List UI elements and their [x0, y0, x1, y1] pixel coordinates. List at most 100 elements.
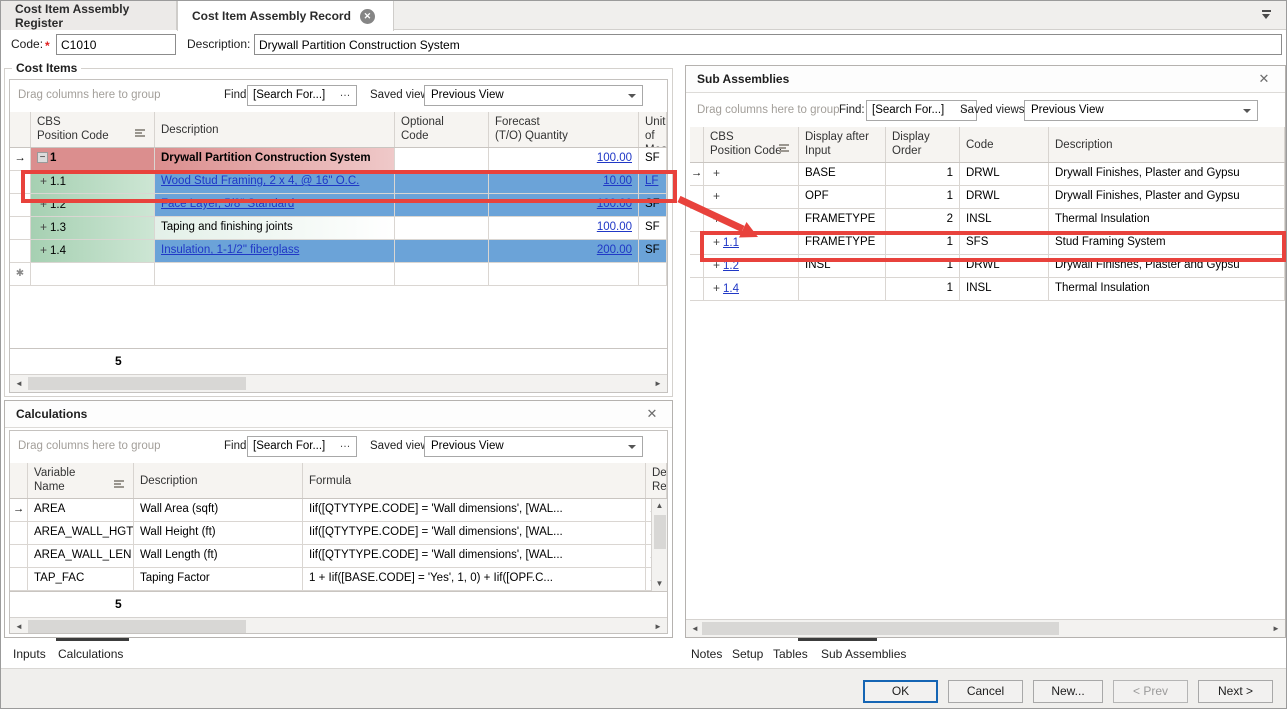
- new-button[interactable]: New...: [1033, 680, 1103, 703]
- table-row[interactable]: +1.4 Insulation, 1-1/2" fiberglass 200.0…: [10, 240, 667, 263]
- group-by-drop-zone[interactable]: Drag columns here to group: [697, 104, 840, 116]
- column-header-unit-of-measure[interactable]: Unit of Measure: [639, 112, 667, 147]
- cost-item-description-link[interactable]: Wood Stud Framing, 2 x 4, @ 16" O.C.: [161, 175, 359, 187]
- group-by-drop-zone[interactable]: Drag columns here to group: [18, 440, 161, 452]
- column-header-variable-name[interactable]: Variable Name: [28, 463, 134, 498]
- scroll-left-icon[interactable]: ◄: [12, 378, 26, 390]
- close-tab-icon[interactable]: ✕: [360, 9, 375, 24]
- tab-sub-assemblies[interactable]: Sub Assemblies: [821, 647, 906, 661]
- expand-icon[interactable]: +: [710, 232, 723, 253]
- scroll-up-icon[interactable]: ▲: [653, 500, 666, 512]
- table-row[interactable]: AREA_WALL_LEN Wall Length (ft) Iif([QTYT…: [10, 545, 667, 568]
- column-header-default-result[interactable]: Default Result: [646, 463, 667, 498]
- tab-notes[interactable]: Notes: [691, 647, 722, 661]
- scroll-left-icon[interactable]: ◄: [688, 623, 702, 635]
- expand-icon[interactable]: +: [710, 163, 723, 184]
- column-header-code[interactable]: Code: [960, 127, 1049, 162]
- tab-cost-item-assembly-record[interactable]: Cost Item Assembly Record ✕: [177, 1, 394, 31]
- cost-items-horizontal-scrollbar[interactable]: ◄ ►: [10, 374, 667, 392]
- table-row[interactable]: +1.2 INSL 1 DRWL Drywall Finishes, Plast…: [690, 255, 1285, 278]
- search-input[interactable]: [Search For...] …: [247, 436, 357, 457]
- table-row[interactable]: → AREA Wall Area (sqft) Iif([QTYTYPE.COD…: [10, 499, 667, 522]
- cbs-code-link[interactable]: 1.1: [723, 237, 739, 249]
- table-row[interactable]: +1.3 Taping and finishing joints 100.00 …: [10, 217, 667, 240]
- column-header-forecast-quantity[interactable]: Forecast (T/O) Quantity: [489, 112, 639, 147]
- quantity-link[interactable]: 10.00: [603, 175, 632, 187]
- expand-icon[interactable]: +: [37, 240, 50, 261]
- column-header-optional-code[interactable]: Optional Code: [395, 112, 489, 147]
- table-row[interactable]: +1.4 1 INSL Thermal Insulation: [690, 278, 1285, 301]
- expand-icon[interactable]: +: [710, 209, 723, 230]
- group-by-drop-zone[interactable]: Drag columns here to group: [18, 89, 161, 101]
- scroll-left-icon[interactable]: ◄: [12, 621, 26, 633]
- table-row[interactable]: → + BASE 1 DRWL Drywall Finishes, Plaste…: [690, 163, 1285, 186]
- scroll-down-icon[interactable]: ▼: [653, 578, 666, 590]
- calculations-vertical-scrollbar[interactable]: ▲ ▼: [651, 499, 667, 591]
- expand-icon[interactable]: +: [710, 186, 723, 207]
- column-header-display-order[interactable]: Display Order: [886, 127, 960, 162]
- column-header-display-after-input[interactable]: Display after Input: [799, 127, 886, 162]
- expand-icon[interactable]: +: [37, 194, 50, 215]
- sub-assemblies-horizontal-scrollbar[interactable]: ◄ ►: [686, 619, 1285, 637]
- scrollbar-thumb[interactable]: [28, 620, 246, 633]
- cost-item-description-link[interactable]: Insulation, 1-1/2" fiberglass: [161, 244, 299, 256]
- column-header-description[interactable]: Description: [155, 112, 395, 147]
- tab-calculations[interactable]: Calculations: [58, 647, 123, 661]
- table-row[interactable]: TAP_FAC Taping Factor 1 + Iif([BASE.CODE…: [10, 568, 667, 591]
- sort-ascending-icon[interactable]: [114, 480, 125, 489]
- saved-views-select[interactable]: Previous View: [424, 436, 643, 457]
- search-options-icon[interactable]: …: [337, 437, 353, 456]
- ok-button[interactable]: OK: [863, 680, 938, 703]
- scrollbar-thumb[interactable]: [702, 622, 1059, 635]
- column-header-description[interactable]: Description: [134, 463, 303, 498]
- column-header-cbs-position-code[interactable]: CBS Position Code: [704, 127, 799, 162]
- code-field[interactable]: C1010: [56, 34, 176, 55]
- scroll-right-icon[interactable]: ►: [651, 378, 665, 390]
- scroll-right-icon[interactable]: ►: [651, 621, 665, 633]
- table-row[interactable]: +1.1 Wood Stud Framing, 2 x 4, @ 16" O.C…: [10, 171, 667, 194]
- cbs-code-link[interactable]: 1.4: [723, 283, 739, 295]
- scroll-right-icon[interactable]: ►: [1269, 623, 1283, 635]
- saved-views-select[interactable]: Previous View: [1024, 100, 1258, 121]
- tab-cost-item-assembly-register[interactable]: Cost Item Assembly Register: [1, 1, 177, 30]
- search-options-icon[interactable]: …: [337, 86, 353, 105]
- quantity-link[interactable]: 100.00: [597, 221, 632, 233]
- scrollbar-thumb[interactable]: [654, 515, 666, 549]
- expand-icon[interactable]: +: [37, 171, 50, 192]
- table-row[interactable]: → −1 Drywall Partition Construction Syst…: [10, 148, 667, 171]
- table-row[interactable]: AREA_WALL_HGT Wall Height (ft) Iif([QTYT…: [10, 522, 667, 545]
- calculations-horizontal-scrollbar[interactable]: ◄ ►: [10, 617, 667, 634]
- prev-button[interactable]: < Prev: [1113, 680, 1188, 703]
- expand-icon[interactable]: +: [710, 255, 723, 276]
- column-header-description[interactable]: Description: [1049, 127, 1285, 162]
- column-header-formula[interactable]: Formula: [303, 463, 646, 498]
- quantity-link[interactable]: 100.00: [597, 152, 632, 164]
- scrollbar-thumb[interactable]: [28, 377, 246, 390]
- expand-icon[interactable]: +: [710, 278, 723, 299]
- next-button[interactable]: Next >: [1198, 680, 1273, 703]
- table-row[interactable]: + OPF 1 DRWL Drywall Finishes, Plaster a…: [690, 186, 1285, 209]
- cost-item-description-link[interactable]: Face Layer, 5/8" Standard: [161, 198, 294, 210]
- column-header-cbs-position-code[interactable]: CBS Position Code: [31, 112, 155, 147]
- search-input[interactable]: [Search For...] …: [247, 85, 357, 106]
- cancel-button[interactable]: Cancel: [948, 680, 1023, 703]
- table-row[interactable]: + FRAMETYPE 2 INSL Thermal Insulation: [690, 209, 1285, 232]
- expand-icon[interactable]: +: [37, 217, 50, 238]
- tab-list-dropdown-icon[interactable]: [1261, 10, 1272, 20]
- tab-inputs[interactable]: Inputs: [13, 647, 46, 661]
- collapse-icon[interactable]: −: [37, 152, 48, 163]
- sort-ascending-icon[interactable]: [135, 129, 146, 138]
- saved-views-select[interactable]: Previous View: [424, 85, 643, 106]
- close-icon[interactable]: ✕: [1256, 71, 1272, 87]
- tab-tables[interactable]: Tables: [773, 647, 808, 661]
- table-row[interactable]: +1.1 FRAMETYPE 1 SFS Stud Framing System: [690, 232, 1285, 255]
- quantity-link[interactable]: 200.00: [597, 244, 632, 256]
- unit-of-measure-link[interactable]: LF: [645, 175, 658, 187]
- description-field[interactable]: Drywall Partition Construction System: [254, 34, 1282, 55]
- cbs-code-link[interactable]: 1.2: [723, 260, 739, 272]
- sort-ascending-icon[interactable]: [779, 144, 790, 153]
- table-row[interactable]: +1.2 Face Layer, 5/8" Standard 100.00 SF: [10, 194, 667, 217]
- tab-setup[interactable]: Setup: [732, 647, 763, 661]
- new-row[interactable]: ✱: [10, 263, 667, 286]
- quantity-link[interactable]: 100.00: [597, 198, 632, 210]
